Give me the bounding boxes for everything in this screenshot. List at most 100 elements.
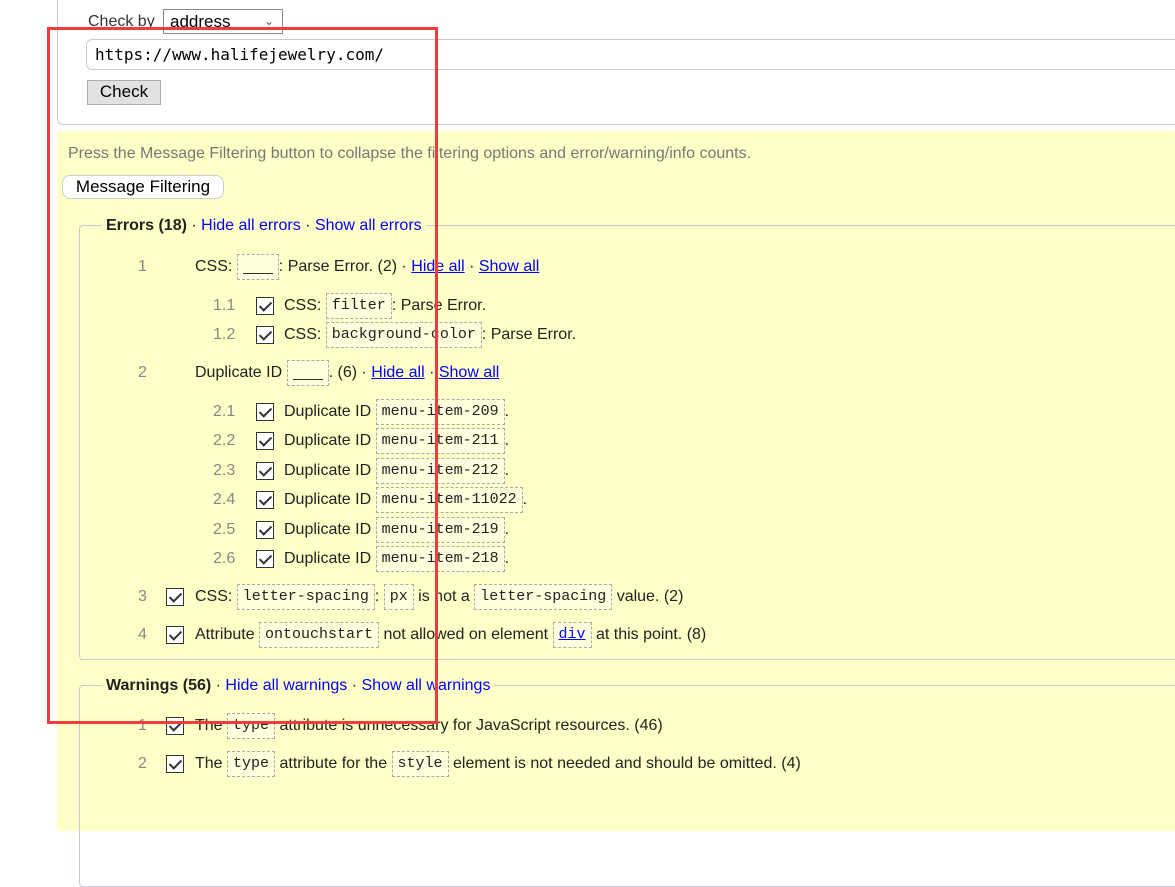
warnings-title: Warnings (56)	[106, 677, 212, 694]
message-text: Duplicate ID . (6) · Hide all · Show all	[195, 359, 499, 387]
message-row: 2.2 Duplicate ID menu-item-211.	[0, 427, 1175, 455]
text-segment: is not a	[413, 588, 475, 605]
check-by-select[interactable]: address ⌄	[163, 9, 283, 34]
text-segment: Attribute	[195, 626, 260, 643]
show-all-warnings-link[interactable]: Show all warnings	[361, 677, 490, 694]
text-segment: .	[504, 521, 510, 538]
code-snippet: type	[227, 750, 276, 777]
text-segment: ·	[464, 258, 479, 275]
text-segment: CSS:	[284, 297, 326, 314]
warnings-legend: Warnings (56) · Hide all warnings · Show…	[102, 676, 495, 696]
message-number: 4	[138, 626, 147, 643]
message-number: 2.4	[213, 491, 236, 508]
text-segment: :	[374, 588, 384, 605]
message-row: 2.6 Duplicate ID menu-item-218.	[0, 545, 1175, 573]
message-row: 1.2 CSS: background-color: Parse Error.	[0, 321, 1175, 349]
url-input[interactable]: https://www.halifejewelry.com/	[86, 39, 1175, 70]
message-checkbox[interactable]	[256, 491, 274, 509]
code-snippet: menu-item-209	[375, 398, 505, 425]
check-by-value: address	[170, 12, 231, 31]
text-segment: : Parse Error.	[481, 326, 577, 343]
message-text: Duplicate ID menu-item-212.	[284, 457, 509, 485]
filter-link[interactable]: Hide all	[411, 258, 464, 275]
message-number: 1.2	[213, 326, 236, 343]
text-segment: The	[195, 755, 228, 772]
message-text: Attribute ontouchstart not allowed on el…	[195, 621, 706, 649]
message-number: 1.1	[213, 297, 236, 314]
code-snippet: menu-item-11022	[375, 486, 523, 513]
text-segment: CSS:	[284, 326, 326, 343]
check-by-label: Check by	[88, 13, 155, 30]
text-segment: . (6) ·	[328, 364, 372, 381]
errors-legend: Errors (18) · Hide all errors · Show all…	[102, 216, 426, 236]
code-snippet: menu-item-212	[375, 457, 505, 484]
filter-link[interactable]: Show all	[439, 364, 499, 381]
message-row: 1 CSS: : Parse Error. (2) · Hide all · Sh…	[0, 253, 1175, 281]
text-segment: : Parse Error. (2) ·	[278, 258, 412, 275]
code-snippet: px	[383, 583, 414, 610]
message-checkbox[interactable]	[256, 550, 274, 568]
filter-link[interactable]: Show all	[479, 258, 539, 275]
message-checkbox[interactable]	[256, 521, 274, 539]
show-all-errors-link[interactable]: Show all errors	[315, 217, 422, 234]
text-segment: .	[504, 462, 510, 479]
message-checkbox[interactable]	[166, 755, 184, 773]
message-text: The type attribute for the style element…	[195, 750, 801, 778]
code-snippet: menu-item-218	[375, 545, 505, 572]
message-checkbox[interactable]	[256, 403, 274, 421]
message-row: 4 Attribute ontouchstart not allowed on e…	[0, 621, 1175, 649]
message-text: Duplicate ID menu-item-11022.	[284, 486, 527, 514]
message-checkbox[interactable]	[256, 462, 274, 480]
filter-link[interactable]: Hide all	[371, 364, 424, 381]
hide-all-warnings-link[interactable]: Hide all warnings	[225, 677, 347, 694]
text-segment: not allowed on element	[379, 626, 553, 643]
message-row: 2 The type attribute for the style elemen…	[0, 750, 1175, 778]
placeholder-code	[286, 359, 329, 386]
errors-title: Errors (18)	[106, 217, 187, 234]
message-text: CSS: background-color: Parse Error.	[284, 321, 576, 349]
message-number: 2.1	[213, 403, 236, 420]
code-snippet: background-color	[325, 321, 482, 348]
hide-all-errors-link[interactable]: Hide all errors	[201, 217, 301, 234]
text-segment: at this point. (8)	[591, 626, 707, 643]
filter-hint: Press the Message Filtering button to co…	[68, 145, 752, 162]
text-segment: .	[504, 403, 510, 420]
message-number: 2.2	[213, 432, 236, 449]
code-snippet: filter	[325, 292, 392, 319]
text-segment: value. (2)	[612, 588, 684, 605]
message-row: 2.4 Duplicate ID menu-item-11022.	[0, 486, 1175, 514]
message-text: Duplicate ID menu-item-219.	[284, 516, 509, 544]
text-segment: Duplicate ID	[284, 403, 376, 420]
message-number: 2.3	[213, 462, 236, 479]
text-segment: Duplicate ID	[195, 364, 287, 381]
message-checkbox[interactable]	[166, 588, 184, 606]
code-link[interactable]: div	[552, 621, 592, 648]
code-snippet: menu-item-219	[375, 516, 505, 543]
message-text: Duplicate ID menu-item-218.	[284, 545, 509, 573]
placeholder-code	[236, 253, 279, 280]
code-snippet: type	[227, 712, 276, 739]
element-link[interactable]: div	[559, 626, 586, 643]
message-number: 2.6	[213, 550, 236, 567]
text-segment: CSS:	[195, 258, 237, 275]
message-row: 1 The type attribute is unnecessary for J…	[0, 712, 1175, 740]
message-checkbox[interactable]	[256, 326, 274, 344]
code-snippet: letter-spacing	[474, 583, 613, 610]
message-filtering-button[interactable]: Message Filtering	[62, 175, 224, 199]
message-text: CSS: filter: Parse Error.	[284, 292, 486, 320]
text-segment: ·	[424, 364, 439, 381]
text-segment: Duplicate ID	[284, 462, 376, 479]
message-row: 2.1 Duplicate ID menu-item-209.	[0, 398, 1175, 426]
text-segment: Duplicate ID	[284, 491, 376, 508]
message-checkbox[interactable]	[256, 432, 274, 450]
message-text: CSS: : Parse Error. (2) · Hide all · Sho…	[195, 253, 539, 281]
check-button[interactable]: Check	[87, 80, 161, 105]
message-checkbox[interactable]	[166, 717, 184, 735]
message-checkbox[interactable]	[166, 626, 184, 644]
message-row: 1.1 CSS: filter: Parse Error.	[0, 292, 1175, 320]
text-segment: The	[195, 717, 228, 734]
message-checkbox[interactable]	[256, 297, 274, 315]
text-segment: attribute for the	[275, 755, 392, 772]
text-segment: CSS:	[195, 588, 237, 605]
message-row: 2.5 Duplicate ID menu-item-219.	[0, 516, 1175, 544]
